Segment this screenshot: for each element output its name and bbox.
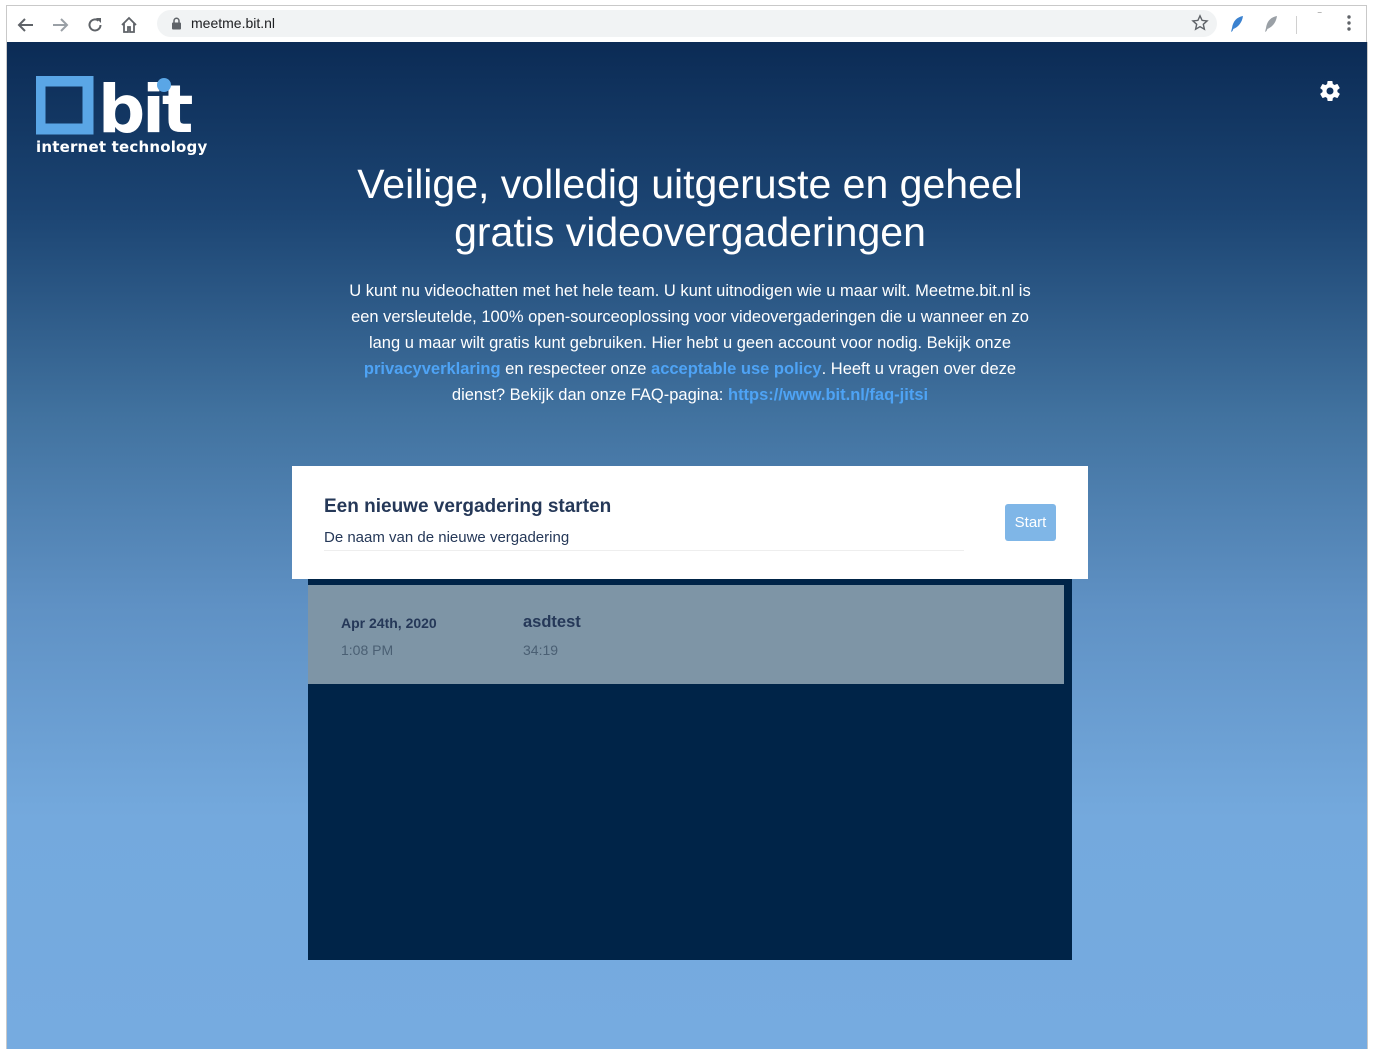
back-arrow-icon <box>17 18 33 32</box>
start-button[interactable]: Start <box>1005 504 1056 541</box>
home-icon <box>121 16 137 33</box>
meeting-name-input[interactable] <box>324 524 964 551</box>
meeting-duration: 34:19 <box>523 642 559 658</box>
faq-link[interactable]: https://www.bit.nl/faq-jitsi <box>728 386 928 404</box>
lock-icon <box>172 17 181 30</box>
star-icon[interactable] <box>1191 14 1209 32</box>
new-meeting-card: Een nieuwe vergadering starten Start <box>292 466 1088 579</box>
recent-meetings-panel: Apr 24th, 2020 1:08 PM asdtest 34:19 <box>308 579 1072 960</box>
intro-text: U kunt nu videochatten met het hele team… <box>340 278 1040 408</box>
kebab-menu-icon[interactable] <box>1347 15 1351 31</box>
new-meeting-title: Een nieuwe vergadering starten <box>324 496 612 517</box>
bit-logo-mark: bit <box>34 71 196 148</box>
page-title: Veilige, volledig uitgeruste en geheel g… <box>357 161 1023 255</box>
intro-text-part: U kunt nu videochatten met het hele team… <box>349 282 1031 352</box>
url-text: meetme.bit.nl <box>191 15 276 31</box>
back-button[interactable] <box>15 14 37 36</box>
reload-icon <box>88 18 102 32</box>
logo-subtitle: internet technology <box>36 138 208 156</box>
home-button[interactable] <box>118 14 140 36</box>
privacy-link[interactable]: privacyverklaring <box>364 360 501 378</box>
acceptable-use-link[interactable]: acceptable use policy <box>651 360 822 378</box>
meeting-name: asdtest <box>523 613 581 631</box>
recent-meeting-item[interactable]: Apr 24th, 2020 1:08 PM asdtest 34:19 <box>308 585 1064 684</box>
browser-toolbar: meetme.bit.nl ‾ <box>6 5 1367 42</box>
profile-area[interactable]: ‾ <box>1318 12 1321 23</box>
window-border <box>1367 42 1368 1049</box>
svg-text:bit: bit <box>98 76 193 138</box>
reload-button[interactable] <box>84 14 106 36</box>
meeting-time: 1:08 PM <box>341 642 394 658</box>
toolbar-divider <box>1296 16 1297 34</box>
feather-extension-icon[interactable] <box>1263 15 1279 33</box>
address-bar[interactable]: meetme.bit.nl <box>157 10 1217 37</box>
intro-text-part: en respecteer onze <box>500 360 652 378</box>
meeting-date: Apr 24th, 2020 <box>341 615 437 631</box>
feather-extension-icon[interactable] <box>1229 15 1245 33</box>
page-background: bit internet technology Veilige, volledi… <box>7 42 1367 1049</box>
forward-button[interactable] <box>49 14 71 36</box>
forward-arrow-icon <box>53 18 69 32</box>
gear-icon[interactable] <box>1318 79 1342 103</box>
bit-logo[interactable]: bit internet technology <box>34 71 207 160</box>
